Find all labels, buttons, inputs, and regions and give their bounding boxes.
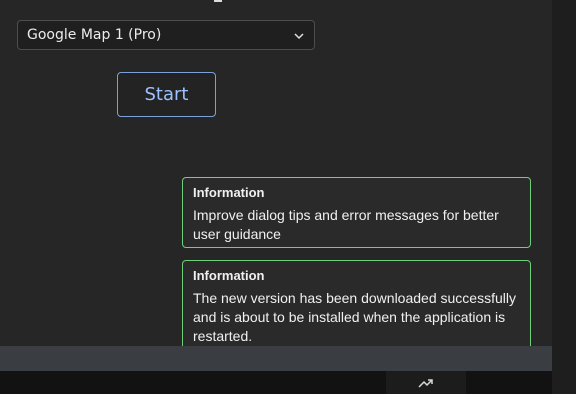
notification-title: Information xyxy=(193,185,265,200)
map-select-value: Google Map 1 (Pro) xyxy=(27,27,162,43)
notification-message: The new version has been downloaded succ… xyxy=(193,290,516,344)
notification-toast[interactable]: Information The new version has been dow… xyxy=(182,260,531,351)
notification-title: Information xyxy=(193,268,265,283)
taskbar-button[interactable] xyxy=(386,371,466,394)
trending-up-icon xyxy=(418,379,433,388)
map-select[interactable]: Google Map 1 (Pro) xyxy=(17,20,315,50)
notification-message: Improve dialog tips and error messages f… xyxy=(193,207,499,242)
start-button[interactable]: Start xyxy=(117,72,216,117)
window-edge xyxy=(552,0,576,394)
main-panel: Google Map 1 (Pro) Start Information Imp… xyxy=(0,0,552,351)
taskbar xyxy=(0,371,552,394)
heading-fragment xyxy=(214,0,222,2)
app-window: Google Map 1 (Pro) Start Information Imp… xyxy=(0,0,576,394)
chevron-down-icon xyxy=(294,33,304,40)
status-bar xyxy=(0,346,552,371)
notification-toast[interactable]: Information Improve dialog tips and erro… xyxy=(182,177,531,248)
